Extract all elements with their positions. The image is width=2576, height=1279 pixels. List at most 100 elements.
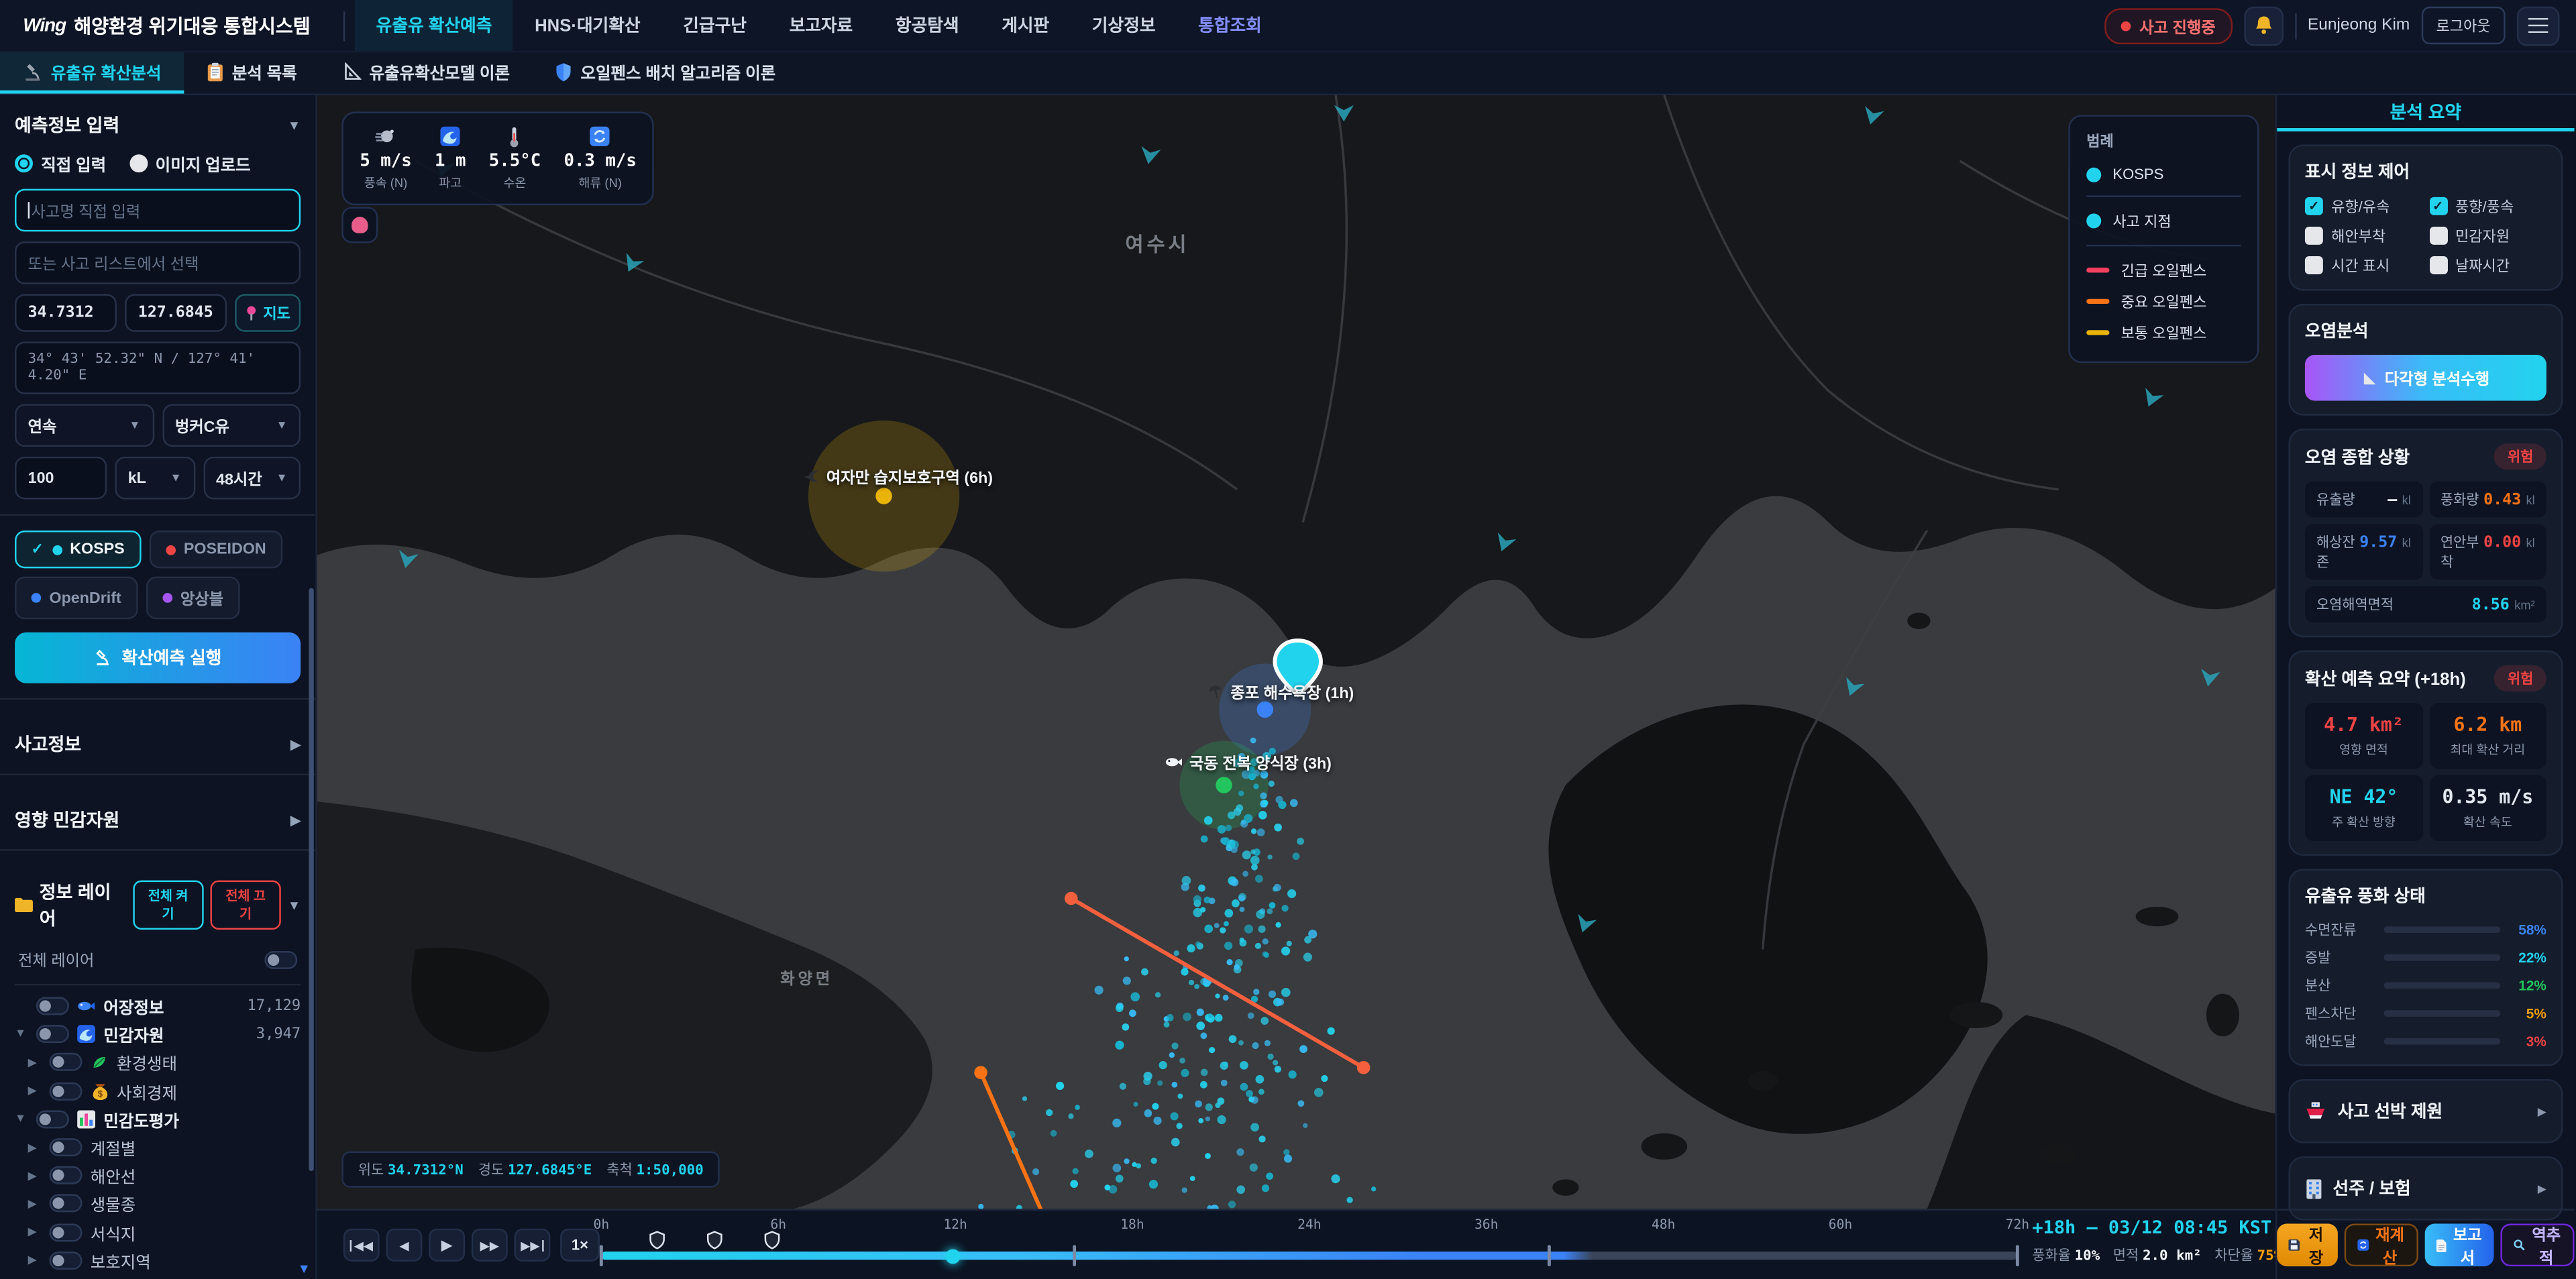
pick-on-map-button[interactable]: 지도 [235,294,301,331]
layer-toggle[interactable] [49,1082,82,1100]
timeline-stat-풍화율: 풍화율 10% [2032,1245,2100,1264]
action-button-재계산[interactable]: 재계산 [2344,1223,2418,1266]
tab-분석 목록[interactable]: 분석 목록 [184,52,320,93]
layer-toggle[interactable] [49,1194,82,1213]
model-chip-앙상블[interactable]: 앙상블 [146,577,240,620]
nav-item-게시판[interactable]: 게시판 [980,0,1071,51]
tree-expand-icon[interactable]: ▼ [15,1029,28,1040]
prediction-input-header[interactable]: 예측정보 입력 ▼ [15,112,301,138]
layer-toggle[interactable] [49,1166,82,1184]
skip-start-button[interactable]: ◀◀ [343,1229,380,1262]
action-button-역추적[interactable]: 역추적 [2500,1223,2574,1266]
tree-expand-icon[interactable]: ▶ [28,1056,42,1070]
action-button-보고서[interactable]: 보고서 [2424,1223,2494,1266]
checkbox-날짜시간[interactable]: 날짜시간 [2429,255,2546,276]
layer-toggle[interactable] [49,1054,82,1072]
accident-list-select[interactable]: 또는 사고 리스트에서 선택 [15,241,301,284]
polygon-analysis-button[interactable]: 다각형 분석수행 [2305,355,2546,401]
model-chip-KOSPS[interactable]: ✓KOSPS [15,531,141,568]
oil-particle [1250,1123,1259,1131]
latitude-input[interactable]: 34.7312 [15,294,117,331]
accident-info-section[interactable]: 사고정보▶ [15,714,301,773]
nav-item-기상정보[interactable]: 기상정보 [1071,0,1177,51]
fence-deploy-shield-icon[interactable] [647,1229,665,1258]
fast-forward-button[interactable]: ▶▶ [472,1229,508,1262]
longitude-input[interactable]: 127.6845 [125,294,227,331]
radio-image-upload[interactable]: 이미지 업로드 [129,151,250,176]
layer-toggle[interactable] [36,1110,69,1128]
all-layers-off-button[interactable]: 전체 끄기 [210,881,281,930]
sidebar-scrollbar[interactable] [309,588,313,1171]
hamburger-menu-button[interactable] [2517,6,2560,46]
checkbox-풍향/풍속[interactable]: ✓풍향/풍속 [2429,195,2546,217]
step-back-button[interactable]: ◀ [386,1229,423,1262]
layer-toggle[interactable] [49,1138,82,1156]
tree-expand-icon[interactable]: ▶ [28,1254,42,1267]
all-layers-on-button[interactable]: 전체 켜기 [133,881,204,930]
duration-select[interactable]: 48시간▼ [203,457,301,500]
checkbox-민감자원[interactable]: 민감자원 [2429,225,2546,247]
skip-end-button[interactable]: ▶▶ [515,1229,551,1262]
action-button-저장[interactable]: 저장 [2277,1223,2337,1266]
fish-icon [1165,756,1183,769]
nav-item-HNS·대기확산[interactable]: HNS·대기확산 [513,0,661,51]
tab-유출유확산모델 이론[interactable]: 유출유확산모델 이론 [320,52,533,93]
layer-row-어장정보: 어장정보17,129 [15,992,301,1020]
map-canvas[interactable]: 5 m/s풍속 (N)1 m파고5.5°C수온0.3 m/s해류 (N) 범례 … [317,95,2275,1209]
master-layer-toggle[interactable] [264,950,297,968]
tree-expand-icon[interactable]: ▶ [28,1197,42,1211]
amount-input[interactable]: 100 [15,457,107,500]
nav-item-긴급구난[interactable]: 긴급구난 [661,0,767,51]
nav-item-유출유 확산예측[interactable]: 유출유 확산예측 [355,0,513,51]
tab-오일펜스 배치 알고리즘 이론[interactable]: 오일펜스 배치 알고리즘 이론 [533,52,798,93]
fence-deploy-shield-icon[interactable] [763,1229,782,1258]
tree-expand-icon[interactable] [15,1001,28,1012]
map-tool-button[interactable] [341,207,378,243]
playback-speed-button[interactable]: 1× [560,1229,600,1262]
notifications-button[interactable] [2243,6,2283,46]
oil-particle [1201,1069,1208,1076]
oil-particle [1246,1090,1253,1097]
nav-item-통합조회[interactable]: 통합조회 [1177,0,1283,51]
play-button[interactable]: ▶ [429,1229,465,1262]
layer-toggle[interactable] [49,1252,82,1270]
model-chip-OpenDrift[interactable]: OpenDrift [15,577,138,620]
fence-deploy-shield-icon[interactable] [706,1229,724,1258]
checkbox-시간 표시[interactable]: 시간 표시 [2305,255,2422,276]
impact-resources-section[interactable]: 영향 민감자원▶ [15,790,301,849]
oil-particle [1222,837,1230,845]
logout-button[interactable]: 로그아웃 [2421,7,2505,44]
checkbox-유향/유속[interactable]: ✓유향/유속 [2305,195,2422,217]
oil-particle [1095,986,1104,995]
layer-toggle[interactable] [36,1025,69,1044]
oil-particle [1051,1130,1057,1137]
unit-select[interactable]: kL▼ [115,457,195,500]
timeline-thumb[interactable] [945,1248,960,1263]
radio-direct-input[interactable]: 직접 입력 [15,151,106,176]
ship-spec-card[interactable]: 사고 선박 제원 ▶ [2288,1079,2563,1144]
folder-icon [15,896,33,914]
layer-toggle[interactable] [36,997,69,1015]
oil-type-select[interactable]: 벙커C유▼ [162,404,301,447]
impact-center-dot [1216,777,1232,793]
tree-expand-icon[interactable]: ▶ [28,1085,42,1098]
tree-expand-icon[interactable]: ▼ [15,1113,28,1125]
stat-풍화량: 풍화량0.43kl [2429,482,2546,518]
tree-expand-icon[interactable]: ▶ [28,1169,42,1182]
nav-item-보고자료[interactable]: 보고자료 [768,0,874,51]
triangle-ruler-icon [2362,370,2377,385]
spill-type-select[interactable]: 연속▼ [15,404,154,447]
timeline-label-24h: 24h [1297,1217,1321,1232]
nav-item-항공탐색[interactable]: 항공탐색 [874,0,980,51]
tab-유출유 확산분석[interactable]: 유출유 확산분석 [0,52,184,93]
layer-toggle[interactable] [49,1223,82,1241]
timeline-track[interactable] [601,1252,2017,1260]
checkbox-해안부착[interactable]: 해안부착 [2305,225,2422,247]
info-layers-header: 정보 레이어 전체 켜기 전체 끄기 ▼ [15,866,301,942]
forecast-영향 면적: 4.7 km²영향 면적 [2305,703,2422,769]
tree-expand-icon[interactable]: ▶ [28,1141,42,1154]
tree-expand-icon[interactable]: ▶ [28,1225,42,1239]
run-prediction-button[interactable]: 확산예측 실행 [15,632,301,683]
accident-name-input[interactable]: 사고명 직접 입력 [15,189,301,232]
model-chip-POSEIDON[interactable]: POSEIDON [149,531,282,568]
